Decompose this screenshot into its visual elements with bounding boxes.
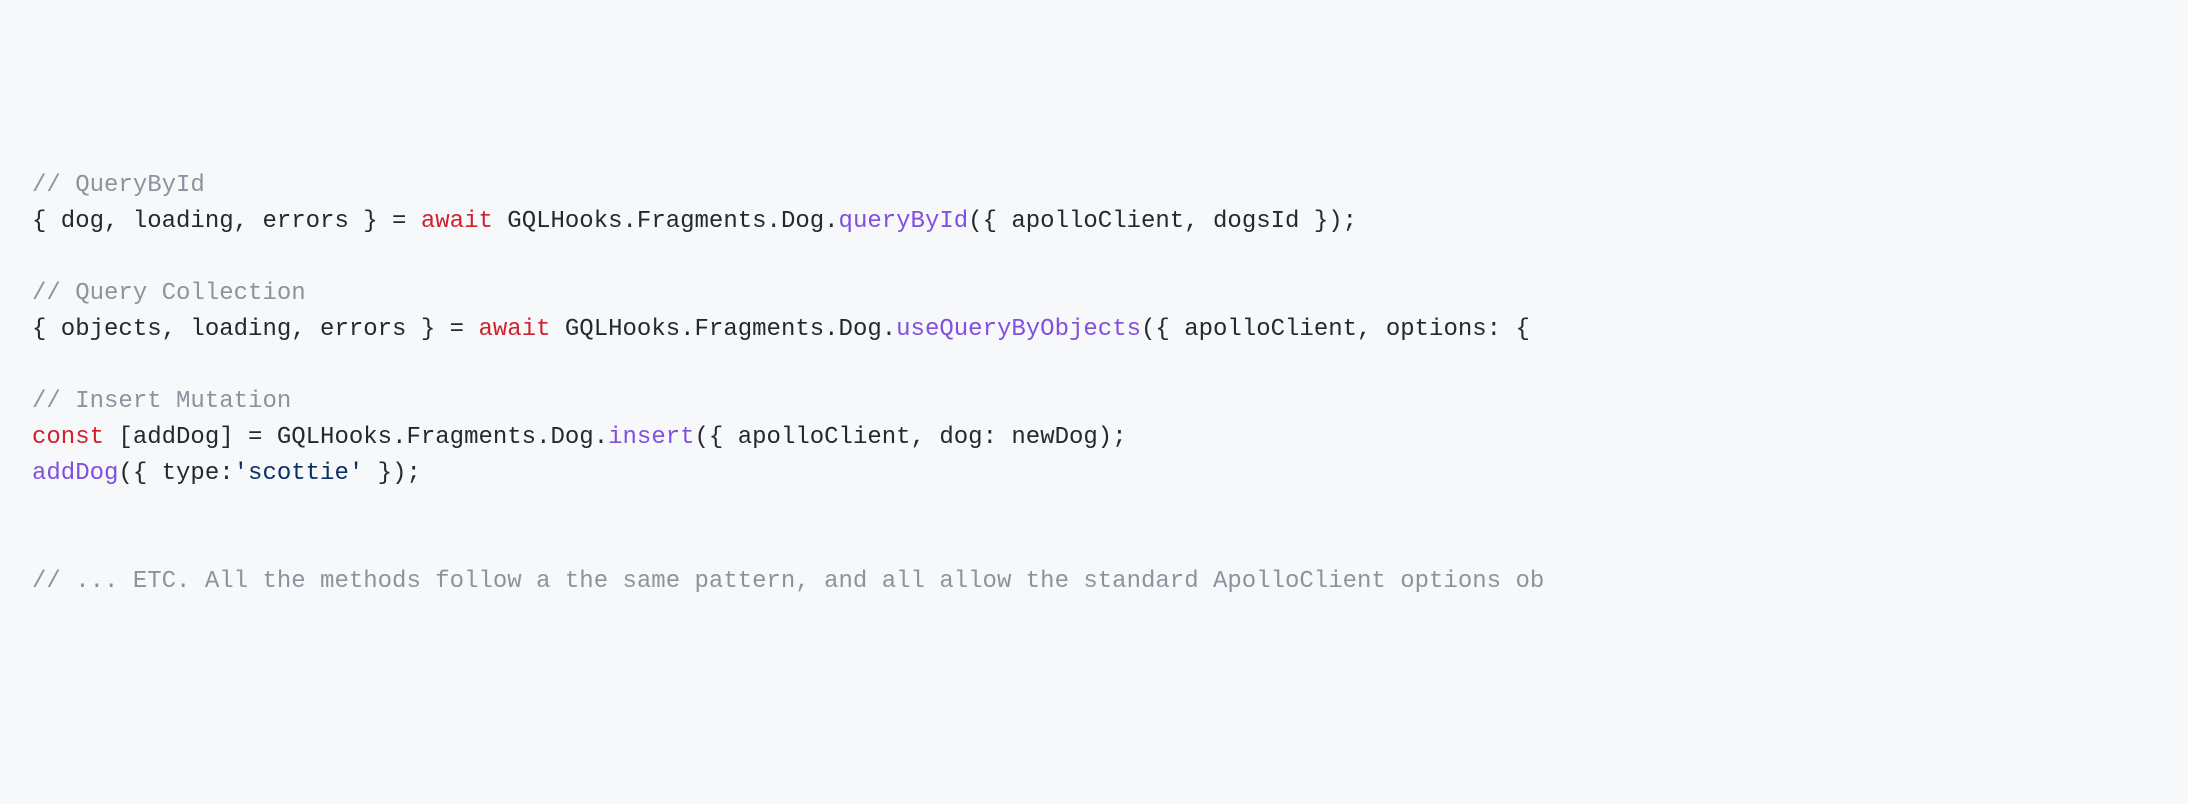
code-token: ({ apolloClient, dogsId }); [968, 208, 1357, 235]
code-line: const [addDog] = GQLHooks.Fragments.Dog.… [32, 420, 2156, 456]
code-token: addDog [32, 460, 118, 487]
code-token: await [478, 316, 550, 343]
code-line: { dog, loading, errors } = await GQLHook… [32, 204, 2156, 240]
code-token: // Insert Mutation [32, 388, 291, 415]
code-token: await [421, 208, 493, 235]
code-line: // Insert Mutation [32, 384, 2156, 420]
code-line: // ... ETC. All the methods follow a the… [32, 564, 2156, 600]
code-line: addDog({ type:'scottie' }); [32, 456, 2156, 492]
code-line: { objects, loading, errors } = await GQL… [32, 312, 2156, 348]
code-token: GQLHooks.Fragments.Dog. [493, 208, 839, 235]
code-line [32, 348, 2156, 384]
code-line: // Query Collection [32, 276, 2156, 312]
code-token: // ... ETC. All the methods follow a the… [32, 568, 1544, 595]
code-token: { dog, loading, errors } = [32, 208, 421, 235]
code-token: }); [363, 460, 421, 487]
code-token: 'scottie' [234, 460, 364, 487]
code-line [32, 492, 2156, 528]
code-token: // Query Collection [32, 280, 306, 307]
code-token: GQLHooks.Fragments.Dog. [551, 316, 897, 343]
code-line [32, 240, 2156, 276]
code-token: ({ type: [118, 460, 233, 487]
code-token: useQueryByObjects [896, 316, 1141, 343]
code-token: insert [608, 424, 694, 451]
code-token: ({ apolloClient, options: { [1141, 316, 1544, 343]
code-line [32, 528, 2156, 564]
code-token: queryById [839, 208, 969, 235]
code-token: // QueryById [32, 172, 205, 199]
code-token: const [32, 424, 104, 451]
code-line: // QueryById [32, 168, 2156, 204]
code-token: { objects, loading, errors } = [32, 316, 478, 343]
code-token: ({ apolloClient, dog: newDog); [695, 424, 1127, 451]
code-block: // QueryById { dog, loading, errors } = a… [32, 168, 2156, 600]
code-token: [addDog] = GQLHooks.Fragments.Dog. [104, 424, 608, 451]
